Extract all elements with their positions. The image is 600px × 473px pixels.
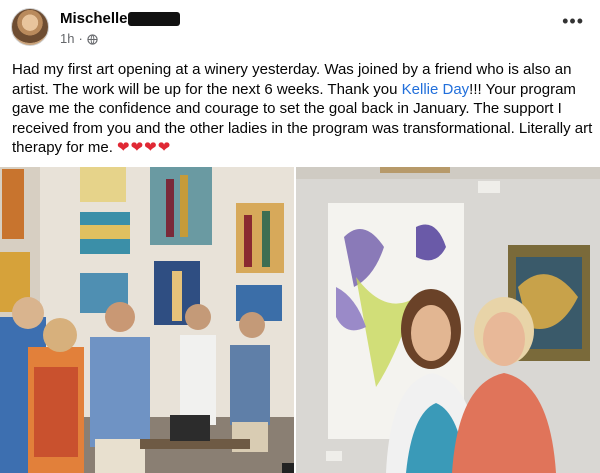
two-women-artwork-photo[interactable] (296, 167, 600, 473)
globe-icon (87, 33, 98, 45)
post-timestamp[interactable]: 1h (60, 31, 74, 46)
author-avatar[interactable] (11, 8, 49, 46)
post-header: Mischelle 1h · ••• (0, 0, 600, 52)
author-name[interactable]: Mischelle (60, 10, 128, 27)
mention-link[interactable]: Kellie Day (402, 81, 470, 98)
heart-emojis: ❤❤❤❤ (117, 139, 172, 156)
post-text: Had my first art opening at a winery yes… (12, 60, 594, 158)
name-redaction (128, 12, 180, 26)
more-options-icon[interactable]: ••• (562, 12, 584, 30)
gallery-crowd-photo[interactable] (0, 167, 294, 473)
post-meta: 1h · (60, 31, 98, 46)
photo-grid (0, 167, 600, 473)
